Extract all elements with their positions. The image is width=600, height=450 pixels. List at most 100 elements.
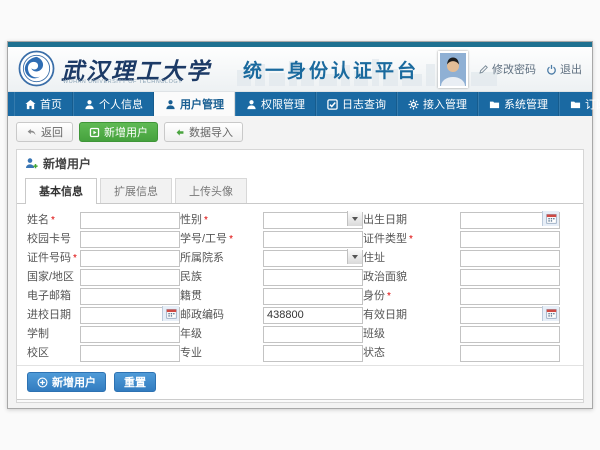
postal-code-input[interactable] [263, 307, 363, 324]
form-actions: 新增用户 重置 [17, 365, 583, 398]
banner: 武汉理工大学 WUHAN UNIVERSITY OF TECHNOLOGY 统一… [8, 47, 592, 92]
campus-card-no-field [80, 229, 180, 246]
back-arrow-icon [26, 127, 37, 138]
add-user-icon [25, 157, 38, 170]
tab-upload-avatar[interactable]: 上传头像 [175, 178, 247, 203]
enroll-date-calendar-button[interactable] [162, 306, 179, 321]
class-field [460, 324, 560, 341]
country-region-label: 国家/地区 [27, 268, 80, 284]
name-label: 姓名* [27, 211, 80, 227]
birth-date-calendar-button[interactable] [542, 211, 559, 226]
grade-input[interactable] [263, 326, 363, 343]
birth-date-label: 出生日期 [363, 211, 460, 227]
data-import-button[interactable]: 数据导入 [164, 122, 243, 142]
main-nav: 首页个人信息用户管理权限管理日志查询接入管理系统管理订阅管理 [8, 92, 592, 116]
university-name-en: WUHAN UNIVERSITY OF TECHNOLOGY [63, 79, 182, 85]
tab-extended-info[interactable]: 扩展信息 [100, 178, 172, 203]
nav-item-label: 权限管理 [261, 96, 305, 112]
import-arrow-icon [174, 127, 185, 138]
new-user-icon [89, 127, 100, 138]
country-region-field [80, 267, 180, 284]
nav-item-label: 用户管理 [180, 96, 224, 112]
change-password-link[interactable]: 修改密码 [478, 61, 536, 77]
auth-platform-page: 武汉理工大学 WUHAN UNIVERSITY OF TECHNOLOGY 统一… [7, 41, 593, 409]
name-input[interactable] [80, 212, 180, 229]
chevron-down-icon [352, 255, 358, 259]
folder-icon [570, 99, 581, 110]
change-password-label: 修改密码 [492, 61, 536, 77]
logout-link[interactable]: 退出 [546, 61, 582, 77]
tab-strip: 基本信息扩展信息上传头像 [17, 174, 583, 204]
nav-item-system-management[interactable]: 系统管理 [478, 92, 559, 116]
grade-field [263, 324, 363, 341]
valid-date-calendar-button[interactable] [542, 306, 559, 321]
id-type-label: 证件类型* [363, 230, 460, 246]
reset-button-label: 重置 [124, 374, 146, 390]
email-field [80, 286, 180, 303]
valid-date-field [460, 305, 560, 322]
gender-label: 性别* [180, 211, 263, 227]
id-type-input[interactable] [460, 231, 560, 248]
gender-dropdown-button[interactable] [347, 211, 362, 226]
department-dropdown-button[interactable] [347, 249, 362, 264]
column-header-5: 操作 [549, 403, 583, 404]
schooling-length-input[interactable] [80, 326, 180, 343]
major-input[interactable] [263, 345, 363, 362]
gear-icon [408, 99, 419, 110]
nav-item-label: 系统管理 [504, 96, 548, 112]
campus-input[interactable] [80, 345, 180, 362]
status-input[interactable] [460, 345, 560, 362]
political-status-field [460, 267, 560, 284]
nav-item-label: 个人信息 [99, 96, 143, 112]
department-field [263, 248, 363, 265]
student-no-input[interactable] [263, 231, 363, 248]
column-header-1: 姓名 [111, 403, 181, 404]
nav-item-subscription-management[interactable]: 订阅管理 [559, 92, 600, 116]
user-icon [246, 99, 257, 110]
tab-basic-info[interactable]: 基本信息 [25, 178, 97, 204]
add-user-toolbar-button[interactable]: 新增用户 [79, 122, 158, 142]
results-table-header: 学号/工号姓名性别身份所属院系操作 [17, 399, 583, 403]
nav-item-user-management[interactable]: 用户管理 [154, 92, 235, 116]
back-button[interactable]: 返回 [16, 122, 73, 142]
political-status-label: 政治面貌 [363, 268, 460, 284]
address-input[interactable] [460, 250, 560, 267]
required-star: * [204, 215, 208, 226]
name-field [80, 210, 180, 227]
campus-card-no-input[interactable] [80, 231, 180, 248]
reset-button[interactable]: 重置 [114, 372, 156, 392]
home-icon [25, 99, 36, 110]
identity-input[interactable] [460, 288, 560, 305]
nav-item-profile[interactable]: 个人信息 [73, 92, 154, 116]
nav-item-label: 接入管理 [423, 96, 467, 112]
ethnicity-input[interactable] [263, 269, 363, 286]
nav-item-home[interactable]: 首页 [14, 92, 73, 116]
native-place-field [263, 286, 363, 303]
nav-item-log-query[interactable]: 日志查询 [316, 92, 397, 116]
native-place-input[interactable] [263, 288, 363, 305]
campus-label: 校区 [27, 344, 80, 360]
id-type-field [460, 229, 560, 246]
identity-field [460, 286, 560, 303]
required-star: * [229, 234, 233, 245]
new-user-panel: 新增用户 基本信息扩展信息上传头像 姓名*性别*出生日期校园卡号学号/工号*证件… [16, 149, 584, 403]
political-status-input[interactable] [460, 269, 560, 286]
logout-label: 退出 [560, 61, 582, 77]
email-input[interactable] [80, 288, 180, 305]
enroll-date-label: 进校日期 [27, 306, 80, 322]
major-field [263, 343, 363, 360]
birth-date-field [460, 210, 560, 227]
country-region-input[interactable] [80, 269, 180, 286]
section-title: 新增用户 [17, 150, 583, 174]
nav-item-label: 订阅管理 [585, 96, 600, 112]
chevron-down-icon [352, 217, 358, 221]
nav-item-access-management[interactable]: 接入管理 [397, 92, 478, 116]
column-header-2: 性别 [181, 403, 275, 404]
submit-add-user-button[interactable]: 新增用户 [27, 372, 106, 392]
postal-code-field [263, 305, 363, 322]
power-icon [546, 64, 557, 75]
nav-item-permission-management[interactable]: 权限管理 [235, 92, 316, 116]
schooling-length-label: 学制 [27, 325, 80, 341]
id-number-input[interactable] [80, 250, 180, 267]
class-input[interactable] [460, 326, 560, 343]
